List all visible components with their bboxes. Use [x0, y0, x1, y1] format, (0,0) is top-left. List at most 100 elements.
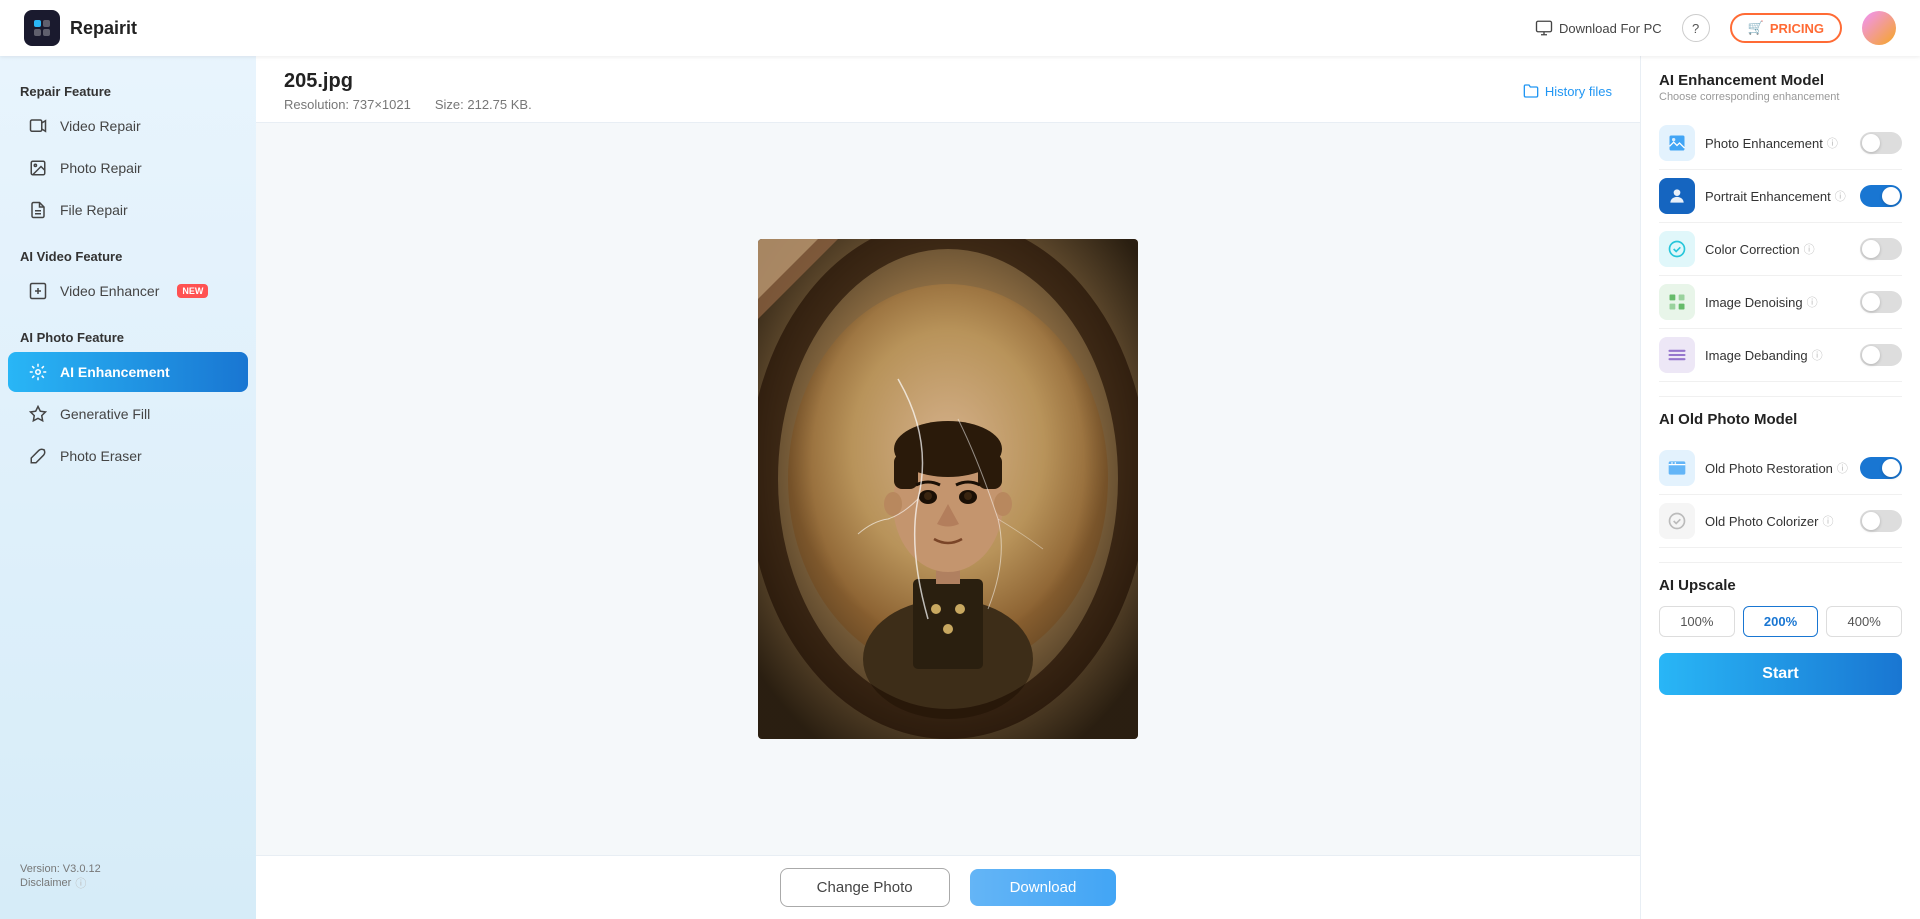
portrait-enhancement-label: Portrait Enhancement	[1705, 189, 1831, 204]
sidebar-item-generative-fill[interactable]: Generative Fill	[8, 394, 248, 434]
main-layout: Repair Feature Video Repair Photo Repair…	[0, 56, 1920, 919]
action-bar: Change Photo Download	[256, 855, 1640, 919]
photo-enhancement-label: Photo Enhancement	[1705, 136, 1823, 151]
file-info-bar: 205.jpg Resolution: 737×1021 Size: 212.7…	[256, 56, 1640, 123]
help-icon[interactable]: ?	[1682, 14, 1710, 42]
image-debanding-label-wrap: Image Debanding ⓘ	[1705, 347, 1850, 363]
old-photo-colorizer-info[interactable]: ⓘ	[1822, 513, 1833, 529]
download-button[interactable]: Download	[970, 869, 1117, 906]
sidebar-item-label-video-enhancer: Video Enhancer	[60, 283, 159, 299]
old-photo-restoration-info[interactable]: ⓘ	[1837, 460, 1848, 476]
image-denoising-info[interactable]: ⓘ	[1807, 294, 1818, 310]
old-photo-colorizer-icon	[1659, 503, 1695, 539]
pricing-cart-icon: 🛒	[1748, 20, 1764, 36]
disclaimer-info-icon: ⓘ	[75, 875, 86, 891]
old-photo-restoration-label: Old Photo Restoration	[1705, 461, 1833, 476]
upscale-section: AI Upscale 100% 200% 400% Start	[1659, 577, 1902, 695]
sidebar-item-label-video-repair: Video Repair	[60, 118, 141, 134]
portrait-enhancement-icon	[1659, 178, 1695, 214]
upscale-100-button[interactable]: 100%	[1659, 606, 1735, 637]
logo-icon	[24, 10, 60, 46]
image-denoising-icon	[1659, 284, 1695, 320]
ai-enhancement-model-subtitle: Choose corresponding enhancement	[1659, 91, 1902, 103]
sidebar-item-label-file-repair: File Repair	[60, 202, 128, 218]
sidebar-item-video-repair[interactable]: Video Repair	[8, 106, 248, 146]
old-photo-restoration-label-wrap: Old Photo Restoration ⓘ	[1705, 460, 1850, 476]
file-meta: Resolution: 737×1021 Size: 212.75 KB.	[284, 97, 532, 112]
sidebar-item-video-enhancer[interactable]: Video Enhancer NEW	[8, 271, 248, 311]
photo-enhancement-toggle[interactable]	[1860, 132, 1902, 154]
old-photo-colorizer-toggle[interactable]	[1860, 510, 1902, 532]
image-debanding-label: Image Debanding	[1705, 348, 1808, 363]
color-correction-label: Color Correction	[1705, 242, 1800, 257]
panel-divider-2	[1659, 562, 1902, 563]
portrait-enhancement-toggle[interactable]	[1860, 185, 1902, 207]
sidebar-item-ai-enhancement[interactable]: AI Enhancement	[8, 352, 248, 392]
pricing-button[interactable]: 🛒 PRICING	[1730, 13, 1842, 43]
color-correction-label-wrap: Color Correction ⓘ	[1705, 241, 1850, 257]
video-enhancer-icon	[28, 281, 48, 301]
image-denoising-label: Image Denoising	[1705, 295, 1803, 310]
photo-repair-icon	[28, 158, 48, 178]
image-debanding-icon	[1659, 337, 1695, 373]
sidebar-item-file-repair[interactable]: File Repair	[8, 190, 248, 230]
photo-enhancement-label-wrap: Photo Enhancement ⓘ	[1705, 135, 1850, 151]
ai-enhancement-icon	[28, 362, 48, 382]
file-resolution: Resolution: 737×1021	[284, 97, 411, 112]
old-photo-restoration-icon	[1659, 450, 1695, 486]
right-panel: AI Enhancement Model Choose correspondin…	[1640, 56, 1920, 919]
avatar[interactable]	[1862, 11, 1896, 45]
history-link[interactable]: History files	[1523, 83, 1612, 99]
image-denoising-toggle[interactable]	[1860, 291, 1902, 313]
image-denoising-label-wrap: Image Denoising ⓘ	[1705, 294, 1850, 310]
upscale-400-button[interactable]: 400%	[1826, 606, 1902, 637]
image-debanding-toggle[interactable]	[1860, 344, 1902, 366]
upscale-title: AI Upscale	[1659, 577, 1902, 594]
old-photo-colorizer-label-wrap: Old Photo Colorizer ⓘ	[1705, 513, 1850, 529]
sidebar-bottom: Version: V3.0.12 Disclaimer ⓘ	[0, 851, 256, 903]
upscale-200-button[interactable]: 200%	[1743, 606, 1819, 637]
upscale-options: 100% 200% 400%	[1659, 606, 1902, 637]
file-name: 205.jpg	[284, 70, 532, 93]
sidebar-item-label-generative-fill: Generative Fill	[60, 406, 150, 422]
start-button[interactable]: Start	[1659, 653, 1902, 695]
topnav-right: Download For PC ? 🛒 PRICING	[1535, 11, 1896, 45]
color-correction-toggle[interactable]	[1860, 238, 1902, 260]
change-photo-button[interactable]: Change Photo	[780, 868, 950, 907]
history-files-label: History files	[1545, 84, 1612, 99]
sidebar-item-label-photo-eraser: Photo Eraser	[60, 448, 142, 464]
sidebar-ai-photo-section-label: AI Photo Feature	[0, 322, 256, 351]
color-correction-info[interactable]: ⓘ	[1804, 241, 1815, 257]
sidebar-item-label-photo-repair: Photo Repair	[60, 160, 142, 176]
old-photo-svg	[758, 239, 1138, 739]
portrait-enhancement-label-wrap: Portrait Enhancement ⓘ	[1705, 188, 1850, 204]
version-label: Version: V3.0.12	[20, 863, 236, 875]
new-badge: NEW	[177, 284, 208, 298]
feature-row-image-denoising: Image Denoising ⓘ	[1659, 276, 1902, 329]
image-debanding-info[interactable]: ⓘ	[1812, 347, 1823, 363]
ai-enhancement-model-title: AI Enhancement Model	[1659, 72, 1902, 89]
right-panel-inner: AI Enhancement Model Choose correspondin…	[1641, 56, 1920, 711]
sidebar-item-label-ai-enhancement: AI Enhancement	[60, 364, 170, 380]
file-repair-icon	[28, 200, 48, 220]
sidebar-ai-video-section-label: AI Video Feature	[0, 241, 256, 270]
feature-row-image-debanding: Image Debanding ⓘ	[1659, 329, 1902, 382]
portrait-enhancement-info[interactable]: ⓘ	[1835, 188, 1846, 204]
sidebar-item-photo-eraser[interactable]: Photo Eraser	[8, 436, 248, 476]
disclaimer-link[interactable]: Disclaimer ⓘ	[20, 875, 236, 891]
generative-fill-icon	[28, 404, 48, 424]
photo-enhancement-icon	[1659, 125, 1695, 161]
content-area: 205.jpg Resolution: 737×1021 Size: 212.7…	[256, 56, 1640, 919]
photo-enhancement-info[interactable]: ⓘ	[1827, 135, 1838, 151]
file-size: Size: 212.75 KB.	[435, 97, 532, 112]
old-photo-restoration-toggle[interactable]	[1860, 457, 1902, 479]
feature-row-portrait-enhancement: Portrait Enhancement ⓘ	[1659, 170, 1902, 223]
image-viewer	[256, 123, 1640, 855]
photo-eraser-icon	[28, 446, 48, 466]
old-photo-colorizer-label: Old Photo Colorizer	[1705, 514, 1818, 529]
color-correction-icon	[1659, 231, 1695, 267]
sidebar-item-photo-repair[interactable]: Photo Repair	[8, 148, 248, 188]
sidebar: Repair Feature Video Repair Photo Repair…	[0, 56, 256, 919]
download-pc-button[interactable]: Download For PC	[1535, 19, 1662, 37]
feature-row-color-correction: Color Correction ⓘ	[1659, 223, 1902, 276]
